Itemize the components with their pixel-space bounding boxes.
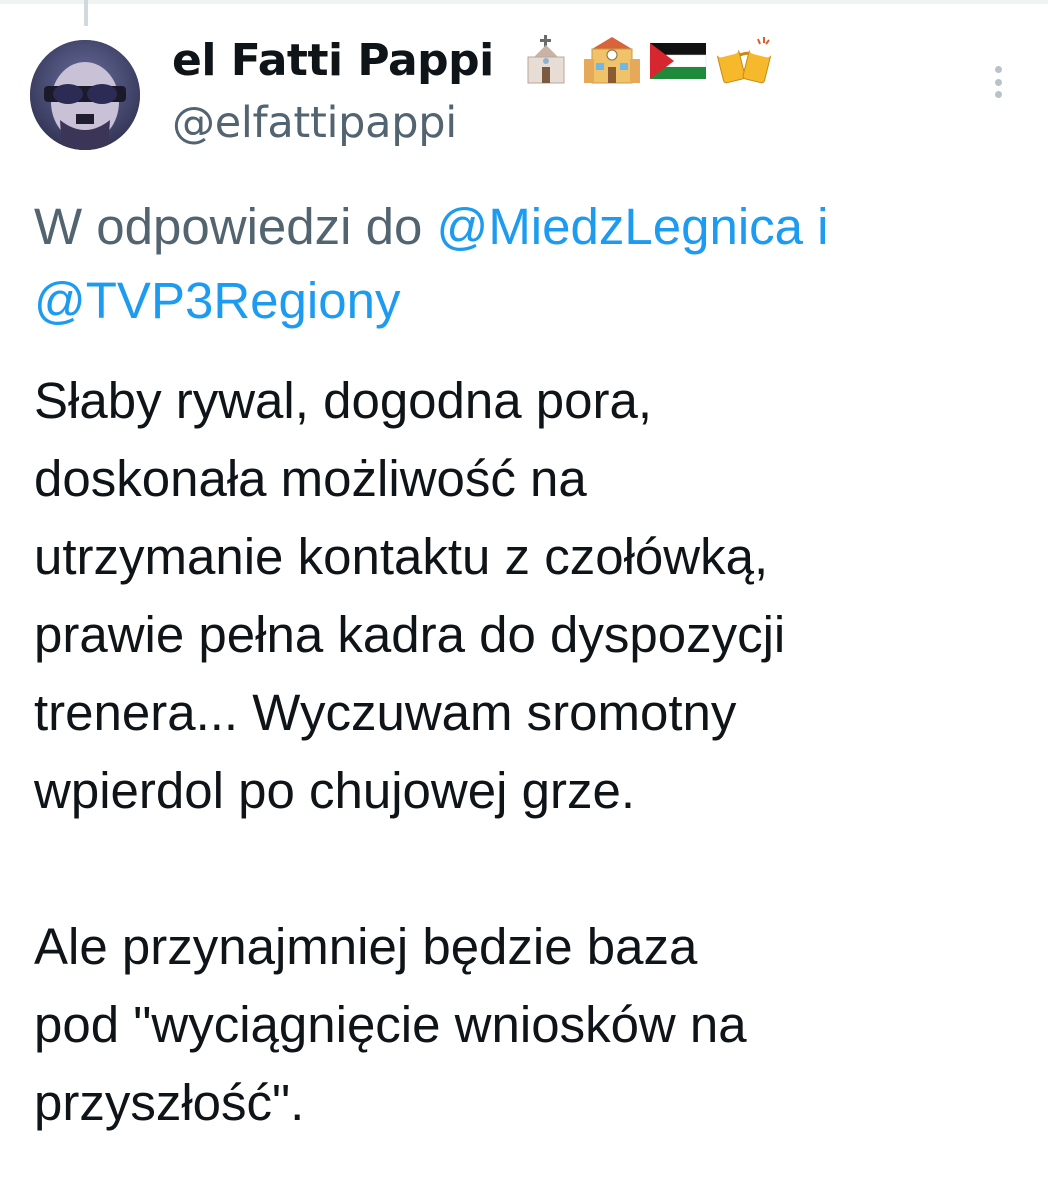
more-vertical-icon[interactable] bbox=[988, 62, 1008, 102]
tweet-line: Słaby rywal, dogodna pora, bbox=[34, 372, 653, 429]
mention-link-miedzlegnica[interactable]: @MiedzLegnica bbox=[437, 198, 803, 255]
reply-prefix: W odpowiedzi do bbox=[34, 198, 437, 255]
top-divider bbox=[0, 0, 1048, 4]
more-dot bbox=[994, 91, 1002, 98]
author-name-row: el Fatti Pappi bbox=[172, 26, 958, 94]
tweet-line: utrzymanie kontaktu z czołówką, bbox=[34, 528, 769, 585]
tweet-line: pod "wyciągnięcie wniosków na bbox=[34, 996, 747, 1053]
more-dot bbox=[994, 66, 1002, 73]
tweet-line: przyszłość". bbox=[34, 1074, 305, 1131]
avatar[interactable] bbox=[30, 40, 140, 150]
tweet-line: trenera... Wyczuwam sromotny bbox=[34, 684, 737, 741]
tweet-line: prawie pełna kadra do dyspozycji bbox=[34, 606, 786, 663]
tweet-text: Słaby rywal, dogodna pora, doskonała moż… bbox=[34, 362, 1024, 1142]
name-emojis bbox=[516, 35, 774, 85]
tweet-line: Ale przynajmniej będzie baza bbox=[34, 918, 698, 975]
tweet-author: el Fatti Pappi @elfattipappi bbox=[172, 26, 958, 148]
tweet-line: wpierdol po chujowej grze. bbox=[34, 762, 635, 819]
mention-link-tvp3regiony[interactable]: @TVP3Regiony bbox=[34, 272, 400, 329]
palestine-flag-emoji-icon bbox=[648, 35, 708, 85]
church-emoji-icon bbox=[516, 35, 576, 85]
more-dot bbox=[994, 78, 1002, 86]
school-emoji-icon bbox=[582, 35, 642, 85]
display-name[interactable]: el Fatti Pappi bbox=[172, 35, 494, 86]
tweet-paragraph: Słaby rywal, dogodna pora, doskonała moż… bbox=[34, 362, 1024, 830]
tweet-paragraph: Ale przynajmniej będzie baza pod "wyciąg… bbox=[34, 908, 1024, 1142]
reply-separator: i bbox=[803, 198, 829, 255]
thread-connector-line bbox=[84, 0, 88, 26]
clinking-beer-mugs-emoji-icon bbox=[714, 35, 774, 85]
replying-to: W odpowiedzi do @MiedzLegnica i @TVP3Reg… bbox=[34, 190, 1014, 338]
author-handle[interactable]: @elfattipappi bbox=[172, 98, 958, 148]
tweet-line: doskonała możliwość na bbox=[34, 450, 587, 507]
